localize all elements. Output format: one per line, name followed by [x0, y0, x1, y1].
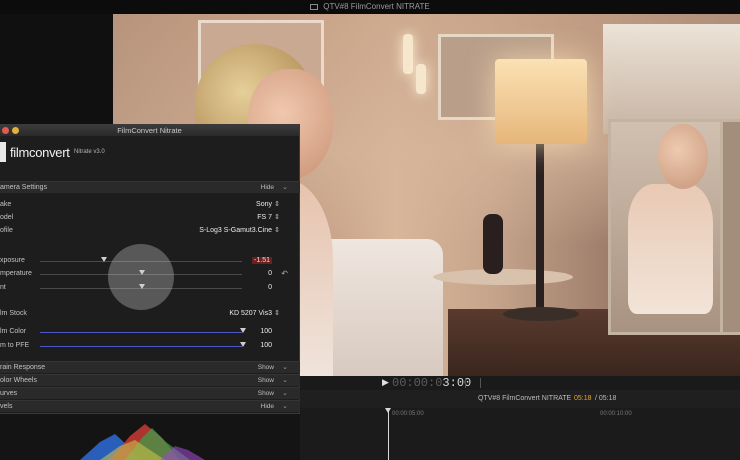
project-icon	[310, 4, 319, 10]
film-color-handle[interactable]	[240, 328, 246, 333]
show-toggle[interactable]: Show	[258, 390, 274, 397]
chevron-up-down-icon[interactable]: ⇕	[274, 200, 280, 208]
levels-histogram	[80, 424, 205, 460]
timeline-position: 05:18	[574, 395, 592, 402]
chevron-down-icon: ⌄	[282, 377, 288, 384]
profile-label: ofile	[0, 227, 13, 234]
timecode-display[interactable]: 00:00:03:00	[392, 376, 471, 390]
section-levels[interactable]: vels Hide ⌄	[0, 400, 300, 412]
section-label: amera Settings	[0, 184, 48, 191]
timeline-header: QTV#8 FilmConvert NITRATE 05:18 / 05:18	[300, 390, 740, 409]
timeline-tick: 00:00:10:00	[600, 411, 632, 417]
curve-to-pfe-slider[interactable]	[40, 346, 242, 347]
curve-to-pfe-handle[interactable]	[240, 342, 246, 347]
viewer-sconce	[416, 64, 426, 94]
chevron-up-down-icon[interactable]: ⇕	[274, 213, 280, 221]
curve-to-pfe-label: m to PFE	[0, 342, 30, 349]
exposure-value[interactable]: -1.51	[252, 257, 272, 264]
tint-value[interactable]: 0	[268, 284, 272, 291]
chevron-down-icon: ⌄	[282, 184, 288, 191]
viewer-reflection-body	[628, 184, 713, 314]
make-row[interactable]: ake Sony ⇕	[0, 199, 300, 211]
make-label: ake	[0, 201, 12, 208]
film-stock-label: lm Stock	[0, 310, 27, 317]
play-icon[interactable]: ▶	[382, 377, 389, 388]
section-grain-response[interactable]: rain Response Show ⌄	[0, 361, 300, 373]
hide-toggle[interactable]: Hide	[261, 403, 274, 410]
viewer-lamp-shade	[495, 59, 587, 144]
viewer-lamp-base	[503, 307, 579, 321]
section-label: olor Wheels	[0, 377, 37, 384]
model-label: odel	[0, 214, 14, 221]
logo-text: filmconvert	[10, 145, 70, 160]
chevron-down-icon: ⌄	[282, 390, 288, 397]
make-value[interactable]: Sony	[256, 201, 272, 208]
timeline-tick: 00:00:05:00	[392, 411, 424, 417]
chevron-up-down-icon[interactable]: ⇕	[274, 309, 280, 317]
show-toggle[interactable]: Show	[258, 377, 274, 384]
timeline-name: QTV#8 FilmConvert NITRATE	[478, 395, 572, 402]
film-color-value[interactable]: 100	[260, 328, 272, 335]
plugin-version: Nitrate v3.0	[74, 149, 105, 155]
filmconvert-logo-icon	[0, 142, 6, 162]
app-title: QTV#8 FilmConvert NITRATE	[323, 2, 430, 11]
audio-meter-icon	[465, 378, 481, 388]
temperature-label: mperature	[0, 270, 32, 277]
timeline[interactable]: 00:00:05:00 00:00:10:00	[300, 408, 740, 460]
model-value[interactable]: FS 7	[257, 214, 272, 221]
viewer-reflection-face	[658, 124, 708, 189]
reset-icon[interactable]: ↶	[281, 269, 288, 278]
section-label: vels	[0, 403, 13, 410]
film-stock-value[interactable]: KD 5207 Vis3	[229, 310, 272, 317]
curve-to-pfe-value[interactable]: 100	[260, 342, 272, 349]
film-stock-row[interactable]: lm Stock KD 5207 Vis3 ⇕	[0, 308, 300, 320]
chevron-down-icon: ⌄	[282, 364, 288, 371]
temperature-value[interactable]: 0	[268, 270, 272, 277]
film-color-row: lm Color 100	[0, 326, 300, 338]
exposure-handle[interactable]	[101, 257, 107, 262]
section-curves[interactable]: urves Show ⌄	[0, 387, 300, 399]
plugin-header: filmconvert Nitrate v3.0	[0, 139, 300, 165]
film-color-label: lm Color	[0, 328, 27, 335]
panel-title: FilmConvert Nitrate	[117, 126, 182, 135]
curve-to-pfe-row: m to PFE 100	[0, 340, 300, 352]
viewer-table	[433, 269, 573, 285]
hide-toggle[interactable]: Hide	[261, 184, 274, 191]
panel-title-bar[interactable]: FilmConvert Nitrate	[0, 125, 299, 136]
app-title-bar: QTV#8 FilmConvert NITRATE	[0, 0, 740, 14]
transport-bar: ▶ 00:00:03:00	[300, 376, 740, 390]
timecode-dim: 00:00:0	[392, 376, 443, 390]
timeline-duration: 05:18	[598, 395, 617, 402]
profile-value[interactable]: S-Log3 S-Gamut3.Cine	[199, 227, 272, 234]
exposure-label: xposure	[0, 257, 25, 264]
section-color-wheels[interactable]: olor Wheels Show ⌄	[0, 374, 300, 386]
section-label: rain Response	[0, 364, 46, 371]
tint-label: nt	[0, 284, 6, 291]
browser-area	[0, 14, 113, 126]
chevron-down-icon: ⌄	[282, 403, 288, 410]
section-label: urves	[0, 390, 18, 397]
show-toggle[interactable]: Show	[258, 364, 274, 371]
timeline-duration-wrap: / 05:18	[595, 395, 616, 402]
film-color-slider[interactable]	[40, 332, 242, 333]
playhead[interactable]	[385, 408, 391, 460]
viewer-vase	[483, 214, 503, 274]
model-row[interactable]: odel FS 7 ⇕	[0, 212, 300, 224]
chevron-up-down-icon[interactable]: ⇕	[274, 226, 280, 234]
viewer-window	[603, 24, 740, 134]
cursor-highlight	[108, 244, 174, 310]
viewer-lamp-pole	[536, 144, 544, 314]
profile-row[interactable]: ofile S-Log3 S-Gamut3.Cine ⇕	[0, 225, 300, 237]
viewer-sconce	[403, 34, 413, 74]
section-camera-settings[interactable]: amera Settings Hide ⌄	[0, 181, 300, 193]
viewer-mirror-panel	[720, 119, 740, 335]
